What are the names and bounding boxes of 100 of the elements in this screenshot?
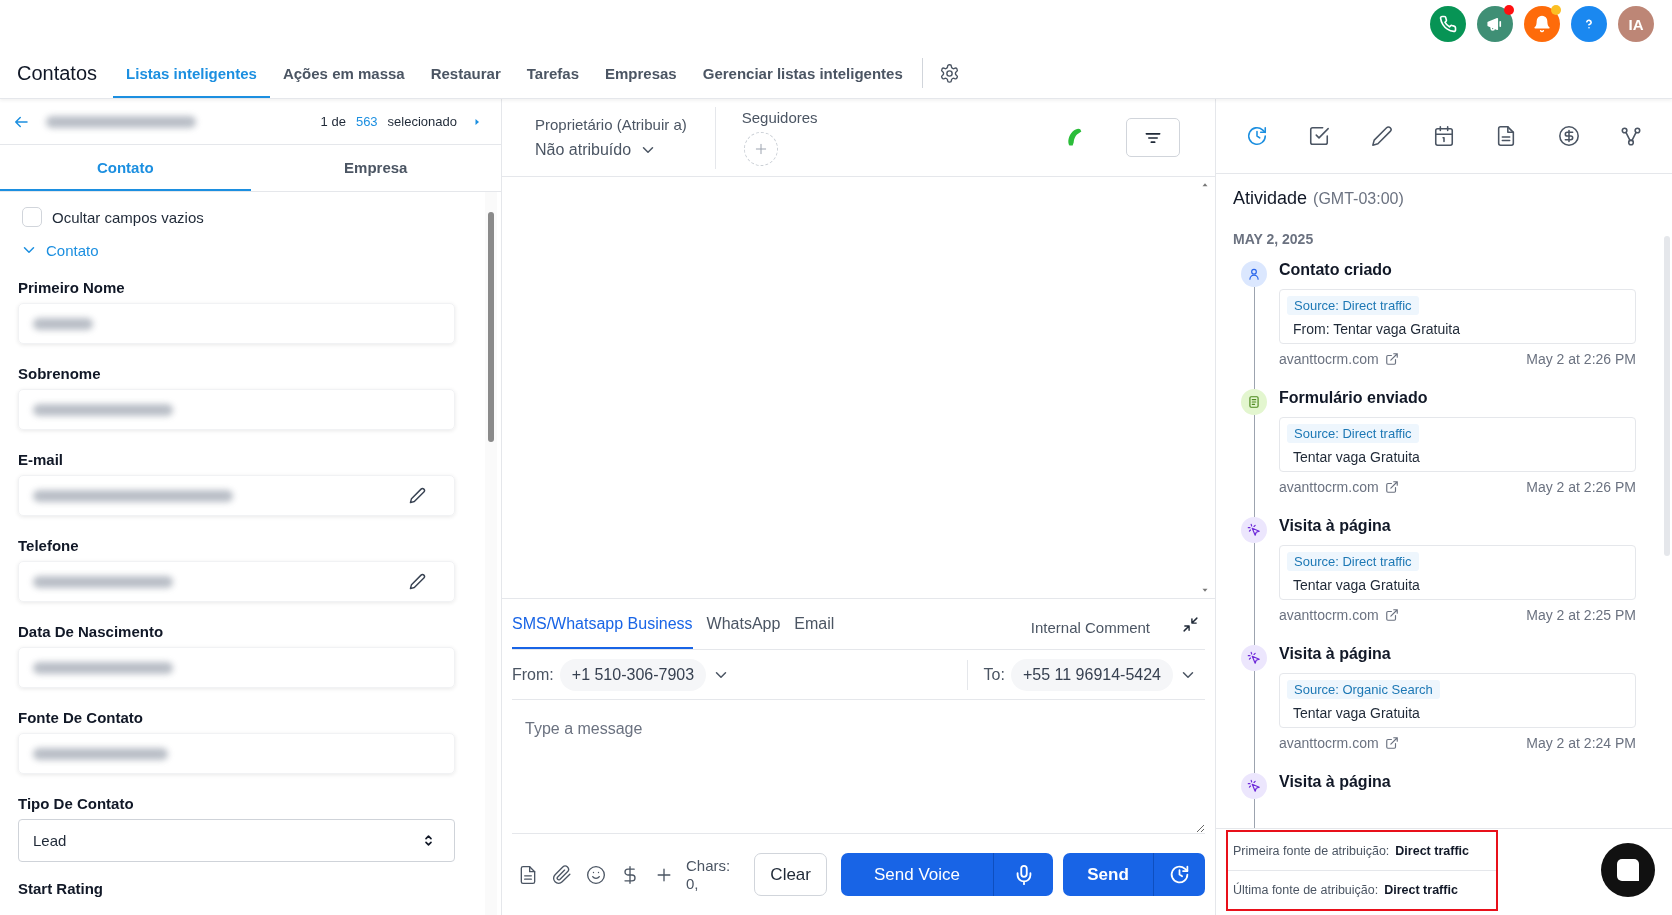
to-label: To: xyxy=(983,665,1005,684)
microphone-button[interactable] xyxy=(993,853,1053,896)
source-tag: Source: Direct traffic xyxy=(1287,296,1419,315)
activity-title: Atividade xyxy=(1233,188,1308,209)
calendar-icon[interactable] xyxy=(1433,125,1455,147)
external-link-icon[interactable] xyxy=(1384,736,1399,750)
event-time: May 2 at 2:26 PM xyxy=(1526,479,1636,495)
chat-button[interactable] xyxy=(1601,843,1655,897)
event-detail: Tentar vaga Gratuita xyxy=(1292,705,1420,721)
megaphone-button[interactable] xyxy=(1477,6,1513,42)
nodes-icon[interactable] xyxy=(1619,125,1642,147)
site-link[interactable]: avanttocrm.com xyxy=(1279,607,1379,623)
event-time: May 2 at 2:26 PM xyxy=(1526,351,1636,367)
contact-tab[interactable]: Empresa xyxy=(250,145,501,191)
send-button[interactable]: Send xyxy=(1063,853,1153,896)
field-label: Telefone xyxy=(18,537,80,554)
clear-button[interactable]: Clear xyxy=(754,853,827,896)
nav-tab[interactable]: Restaurar xyxy=(417,48,514,98)
event-title: Formulário enviado xyxy=(1279,389,1429,408)
event-time: May 2 at 2:24 PM xyxy=(1526,735,1636,751)
pencil-icon[interactable] xyxy=(409,573,426,590)
file-icon[interactable] xyxy=(518,864,538,885)
input-field[interactable] xyxy=(18,303,455,344)
cursor-click-icon xyxy=(1247,651,1261,665)
external-link-icon[interactable] xyxy=(1384,480,1399,494)
help-button[interactable] xyxy=(1571,6,1607,42)
notification-dot xyxy=(1504,5,1514,15)
send-voice-button[interactable]: Send Voice xyxy=(841,853,993,896)
blurred-value xyxy=(33,317,93,330)
pencil-icon[interactable] xyxy=(409,487,426,504)
paperclip-icon[interactable] xyxy=(552,864,572,885)
attribution-label: Primeira fonte de atribuição: xyxy=(1233,844,1390,858)
bell-button[interactable] xyxy=(1524,6,1560,42)
scrollbar[interactable] xyxy=(485,192,497,915)
counter-text: 1 de xyxy=(320,114,346,129)
chat-bubble-icon xyxy=(1617,859,1639,881)
select-field[interactable]: Lead xyxy=(18,819,455,862)
input-field[interactable] xyxy=(18,475,455,516)
external-link-icon[interactable] xyxy=(1384,352,1399,366)
clock-icon xyxy=(1169,864,1190,885)
user-icon xyxy=(1247,267,1261,281)
emoji-icon[interactable] xyxy=(586,864,606,885)
event-title: Contato criado xyxy=(1279,261,1393,280)
channel-tab[interactable]: Email xyxy=(794,599,835,649)
owner-dropdown[interactable]: Não atribuído xyxy=(535,141,687,159)
phone-button[interactable] xyxy=(1430,6,1466,42)
dollar-icon[interactable] xyxy=(1557,125,1580,147)
settings-icon[interactable] xyxy=(938,62,960,84)
phone-icon xyxy=(1439,15,1457,33)
bell-icon xyxy=(1533,15,1551,33)
event-title: Visita à página xyxy=(1279,517,1392,536)
megaphone-icon xyxy=(1486,15,1504,33)
filter-button[interactable] xyxy=(1126,118,1180,157)
nav-tab[interactable]: Empresas xyxy=(592,48,690,98)
source-tag: Source: Direct traffic xyxy=(1287,552,1419,571)
minimize-icon[interactable] xyxy=(1182,615,1199,633)
task-icon[interactable] xyxy=(1308,125,1331,147)
to-number[interactable]: +55 11 96914-5424 xyxy=(1010,658,1173,691)
checkbox[interactable] xyxy=(22,207,42,227)
timezone-label: (GMT-03:00) xyxy=(1313,190,1404,208)
from-number[interactable]: +1 510-306-7903 xyxy=(559,658,707,691)
source-tag: Source: Organic Search xyxy=(1287,680,1440,699)
input-field[interactable] xyxy=(18,389,455,430)
counter-total[interactable]: 563 xyxy=(355,114,378,129)
field-label: Tipo De Contato xyxy=(18,795,135,812)
field-label: Start Rating xyxy=(18,880,104,897)
form-icon xyxy=(1247,395,1261,409)
site-link[interactable]: avanttocrm.com xyxy=(1279,479,1379,495)
site-link[interactable]: avanttocrm.com xyxy=(1279,351,1379,367)
input-field[interactable] xyxy=(18,733,455,774)
nav-tab[interactable]: Gerenciar listas inteligentes xyxy=(689,48,916,98)
field-label: Sobrenome xyxy=(18,365,102,382)
field-label: E-mail xyxy=(18,451,64,468)
scrollbar[interactable] xyxy=(1664,236,1670,556)
site-link[interactable]: avanttocrm.com xyxy=(1279,735,1379,751)
field-label: Primeiro Nome xyxy=(18,279,126,296)
nav-tab[interactable]: Ações em massa xyxy=(269,48,418,98)
attribution-value: Direct traffic xyxy=(1395,844,1469,858)
checkbox-label: Ocultar campos vazios xyxy=(52,208,204,226)
section-title[interactable]: Contato xyxy=(46,241,99,259)
channel-tab[interactable]: SMS/Whatsapp Business xyxy=(512,599,693,649)
nav-tab[interactable]: Tarefas xyxy=(513,48,592,98)
schedule-button[interactable] xyxy=(1153,853,1205,896)
cursor-click-icon xyxy=(1247,523,1261,537)
event-detail: From: Tentar vaga Gratuita xyxy=(1292,321,1461,337)
date-heading: MAY 2, 2025 xyxy=(1233,231,1315,247)
cursor-click-icon xyxy=(1247,779,1261,793)
pencil-icon[interactable] xyxy=(1370,125,1393,147)
internal-comment-tab[interactable]: Internal Comment xyxy=(1030,599,1150,649)
page-title: Contatos xyxy=(17,61,98,85)
event-detail: Tentar vaga Gratuita xyxy=(1292,449,1420,465)
input-field[interactable] xyxy=(18,561,455,602)
input-field[interactable] xyxy=(18,647,455,688)
notification-dot xyxy=(1551,5,1561,15)
event-title: Visita à página xyxy=(1279,645,1392,664)
from-label: From: xyxy=(512,665,554,684)
history-icon[interactable] xyxy=(1246,125,1269,147)
followers-label: Seguidores xyxy=(741,109,818,126)
channel-tab[interactable]: WhatsApp xyxy=(706,599,781,649)
external-link-icon[interactable] xyxy=(1384,608,1399,622)
